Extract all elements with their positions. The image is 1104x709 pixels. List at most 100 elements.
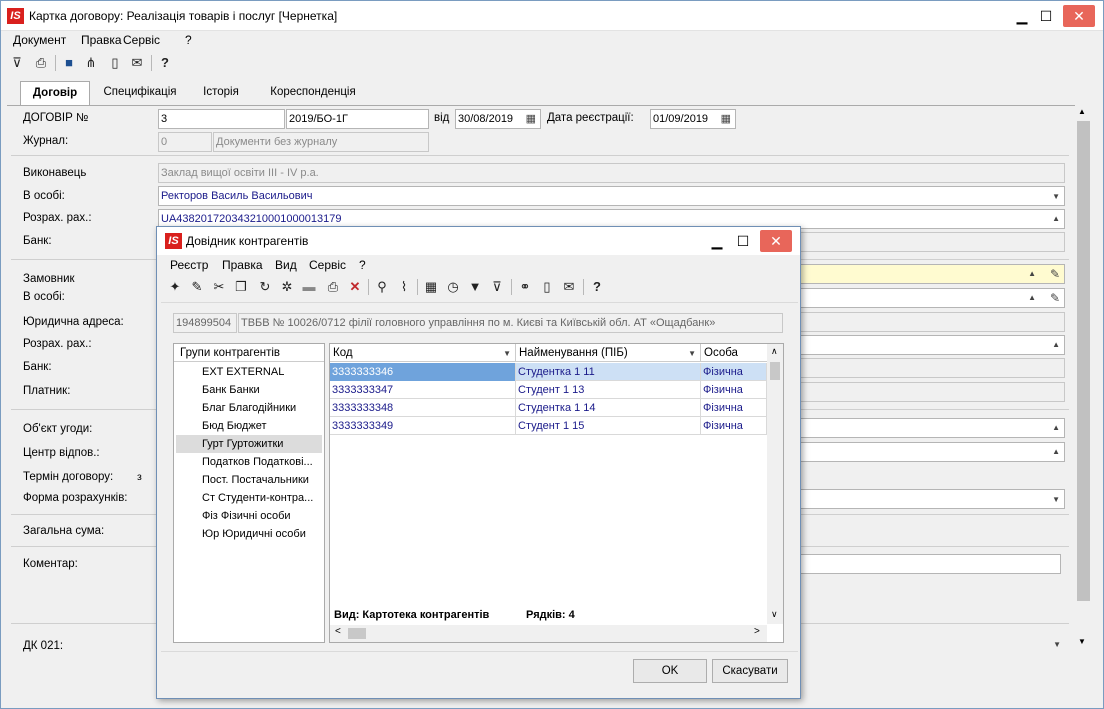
term-from-label: з — [137, 471, 142, 483]
group-item[interactable]: Благ Благодійники — [176, 399, 322, 417]
menu-service[interactable]: Сервіс — [309, 258, 346, 272]
tab-correspondence[interactable]: Кореспонденція — [263, 81, 363, 105]
dropdown-up-icon[interactable]: ▲ — [1052, 419, 1060, 437]
table-row[interactable]: 3333333347 Студент 1 13 Фізична — [330, 381, 767, 399]
close-button[interactable]: ✕ — [1063, 5, 1095, 27]
mail-icon[interactable]: ✉ — [559, 277, 579, 297]
menu-service[interactable]: Сервіс — [123, 33, 160, 47]
history-icon[interactable]: ◷ — [443, 277, 463, 297]
calendar-icon[interactable]: ▦ — [526, 110, 536, 128]
scroll-right-icon[interactable]: > — [754, 626, 760, 637]
group-item[interactable]: EXT EXTERNAL — [176, 363, 322, 381]
grid-horizontal-scrollbar[interactable]: < > — [330, 625, 767, 642]
menu-help[interactable]: ? — [185, 33, 192, 47]
dropdown-up-icon[interactable]: ▲ — [1052, 210, 1060, 228]
tree-icon[interactable]: ⋔ — [81, 53, 101, 73]
scroll-left-icon[interactable]: < — [335, 626, 341, 637]
dropdown-arrow-icon[interactable]: ▼ — [1052, 188, 1060, 205]
dropdown-up-icon[interactable]: ▲ — [1052, 336, 1060, 354]
document-icon[interactable]: ▯ — [537, 277, 557, 297]
group-item[interactable]: Податков Податкові... — [176, 453, 322, 471]
link-icon[interactable]: ⚭ — [515, 277, 535, 297]
grid-vertical-scrollbar[interactable]: ∧ ∨ — [767, 344, 783, 624]
menu-help[interactable]: ? — [359, 258, 366, 272]
form-scrollbar[interactable]: ▲ ▼ — [1075, 107, 1092, 657]
dropdown-arrow-icon[interactable]: ▼ — [1052, 491, 1060, 508]
help-icon[interactable]: ? — [587, 277, 607, 297]
scroll-up-icon[interactable]: ∧ — [771, 346, 778, 357]
help-icon[interactable]: ? — [155, 53, 175, 73]
dropdown-arrow-icon[interactable]: ▼ — [1053, 636, 1061, 654]
customer-account-label: Розрах. рах.: — [23, 338, 92, 350]
contract-date-field[interactable]: 30/08/2019 ▦ — [455, 109, 541, 129]
edit-record-icon[interactable]: ✎ — [187, 277, 207, 297]
sort-arrow-icon[interactable]: ▼ — [503, 345, 511, 363]
tab-contract[interactable]: Договір — [20, 81, 90, 105]
maximize-button[interactable]: ☐ — [1031, 5, 1061, 27]
scroll-down-icon[interactable]: ▼ — [1078, 637, 1086, 646]
cancel-button[interactable]: Скасувати — [712, 659, 788, 683]
tab-history[interactable]: Історія — [191, 81, 251, 105]
ok-button[interactable]: OK — [633, 659, 707, 683]
group-item[interactable]: Банк Банки — [176, 381, 322, 399]
menu-document[interactable]: Документ — [13, 33, 66, 47]
column-type-header[interactable]: Особа — [701, 344, 767, 362]
edit-pencil-icon[interactable]: ✎ — [1050, 289, 1060, 307]
window-title: Картка договору: Реалізація товарів і по… — [29, 9, 338, 23]
dropdown-up-icon[interactable]: ▲ — [1052, 443, 1060, 461]
table-row[interactable]: 3333333348 Студентка 1 14 Фізична — [330, 399, 767, 417]
dropdown-up-icon[interactable]: ▲ — [1028, 289, 1036, 307]
print-icon[interactable]: ⎙ — [323, 277, 343, 297]
menu-view[interactable]: Вид — [275, 258, 297, 272]
table-row[interactable]: 3333333349 Студент 1 15 Фізична — [330, 417, 767, 435]
mail-icon[interactable]: ✉ — [127, 53, 147, 73]
table-row[interactable]: 3333333346 Студентка 1 11 Фізична — [330, 363, 767, 381]
menu-edit[interactable]: Правка — [81, 33, 122, 47]
refresh-icon[interactable]: ↻ — [255, 277, 275, 297]
tab-specification[interactable]: Специфікація — [97, 81, 183, 105]
delete-record-icon[interactable]: ✂ — [209, 277, 229, 297]
scroll-thumb[interactable] — [1077, 121, 1090, 601]
search-icon[interactable]: ⚲ — [372, 277, 392, 297]
h-scroll-thumb[interactable] — [348, 628, 366, 639]
group-item[interactable]: Пост. Постачальники — [176, 471, 322, 489]
scroll-up-icon[interactable]: ▲ — [1078, 107, 1086, 116]
calendar-icon[interactable]: ▦ — [721, 110, 731, 128]
delete-icon[interactable]: ✕ — [345, 277, 365, 297]
scroll-down-icon[interactable]: ∨ — [771, 609, 778, 620]
dropdown-up-icon[interactable]: ▲ — [1028, 265, 1036, 283]
attach-icon[interactable]: ⌇ — [394, 277, 414, 297]
filter-icon[interactable]: ▼ — [465, 277, 485, 297]
group-item[interactable]: Ст Студенти-контра... — [176, 489, 322, 507]
column-code-header[interactable]: Код ▼ — [330, 344, 516, 362]
paste-icon[interactable]: ▬ — [299, 277, 319, 297]
payer-label: Платник: — [23, 385, 71, 397]
dialog-maximize-button[interactable]: ☐ — [728, 230, 758, 252]
contract-code-field[interactable]: 2019/БО-1Г — [286, 109, 429, 129]
person-field[interactable]: Ректоров Василь Васильович ▼ — [158, 186, 1065, 206]
contract-number-field[interactable]: 3 — [158, 109, 285, 129]
group-item[interactable]: Юр Юридичні особи — [176, 525, 322, 543]
clear-filter-icon[interactable]: ⊽ — [487, 277, 507, 297]
bank-label: Банк: — [23, 235, 52, 247]
copy-icon[interactable]: ❐ — [231, 277, 251, 297]
settings-icon[interactable]: ✲ — [277, 277, 297, 297]
scroll-thumb[interactable] — [770, 362, 780, 380]
table-icon[interactable]: ▦ — [421, 277, 441, 297]
edit-pencil-icon[interactable]: ✎ — [1050, 265, 1060, 283]
column-name-header[interactable]: Найменування (ПІБ) ▼ — [516, 344, 701, 362]
filter-icon[interactable]: ⊽ — [7, 53, 27, 73]
save-icon[interactable]: ■ — [59, 53, 79, 73]
menu-registry[interactable]: Реєстр — [170, 258, 208, 272]
print-icon[interactable]: ⎙ — [31, 53, 51, 73]
document-icon[interactable]: ▯ — [105, 53, 125, 73]
menu-edit[interactable]: Правка — [222, 258, 263, 272]
add-record-icon[interactable]: ✦ — [165, 277, 185, 297]
dialog-close-button[interactable]: ✕ — [760, 230, 792, 252]
cell-name: Студент 1 13 — [516, 381, 701, 399]
sort-arrow-icon[interactable]: ▼ — [688, 345, 696, 363]
registration-date-field[interactable]: 01/09/2019 ▦ — [650, 109, 736, 129]
group-item[interactable]: Гурт Гуртожитки — [176, 435, 322, 453]
group-item[interactable]: Фіз Фізичні особи — [176, 507, 322, 525]
group-item[interactable]: Бюд Бюджет — [176, 417, 322, 435]
